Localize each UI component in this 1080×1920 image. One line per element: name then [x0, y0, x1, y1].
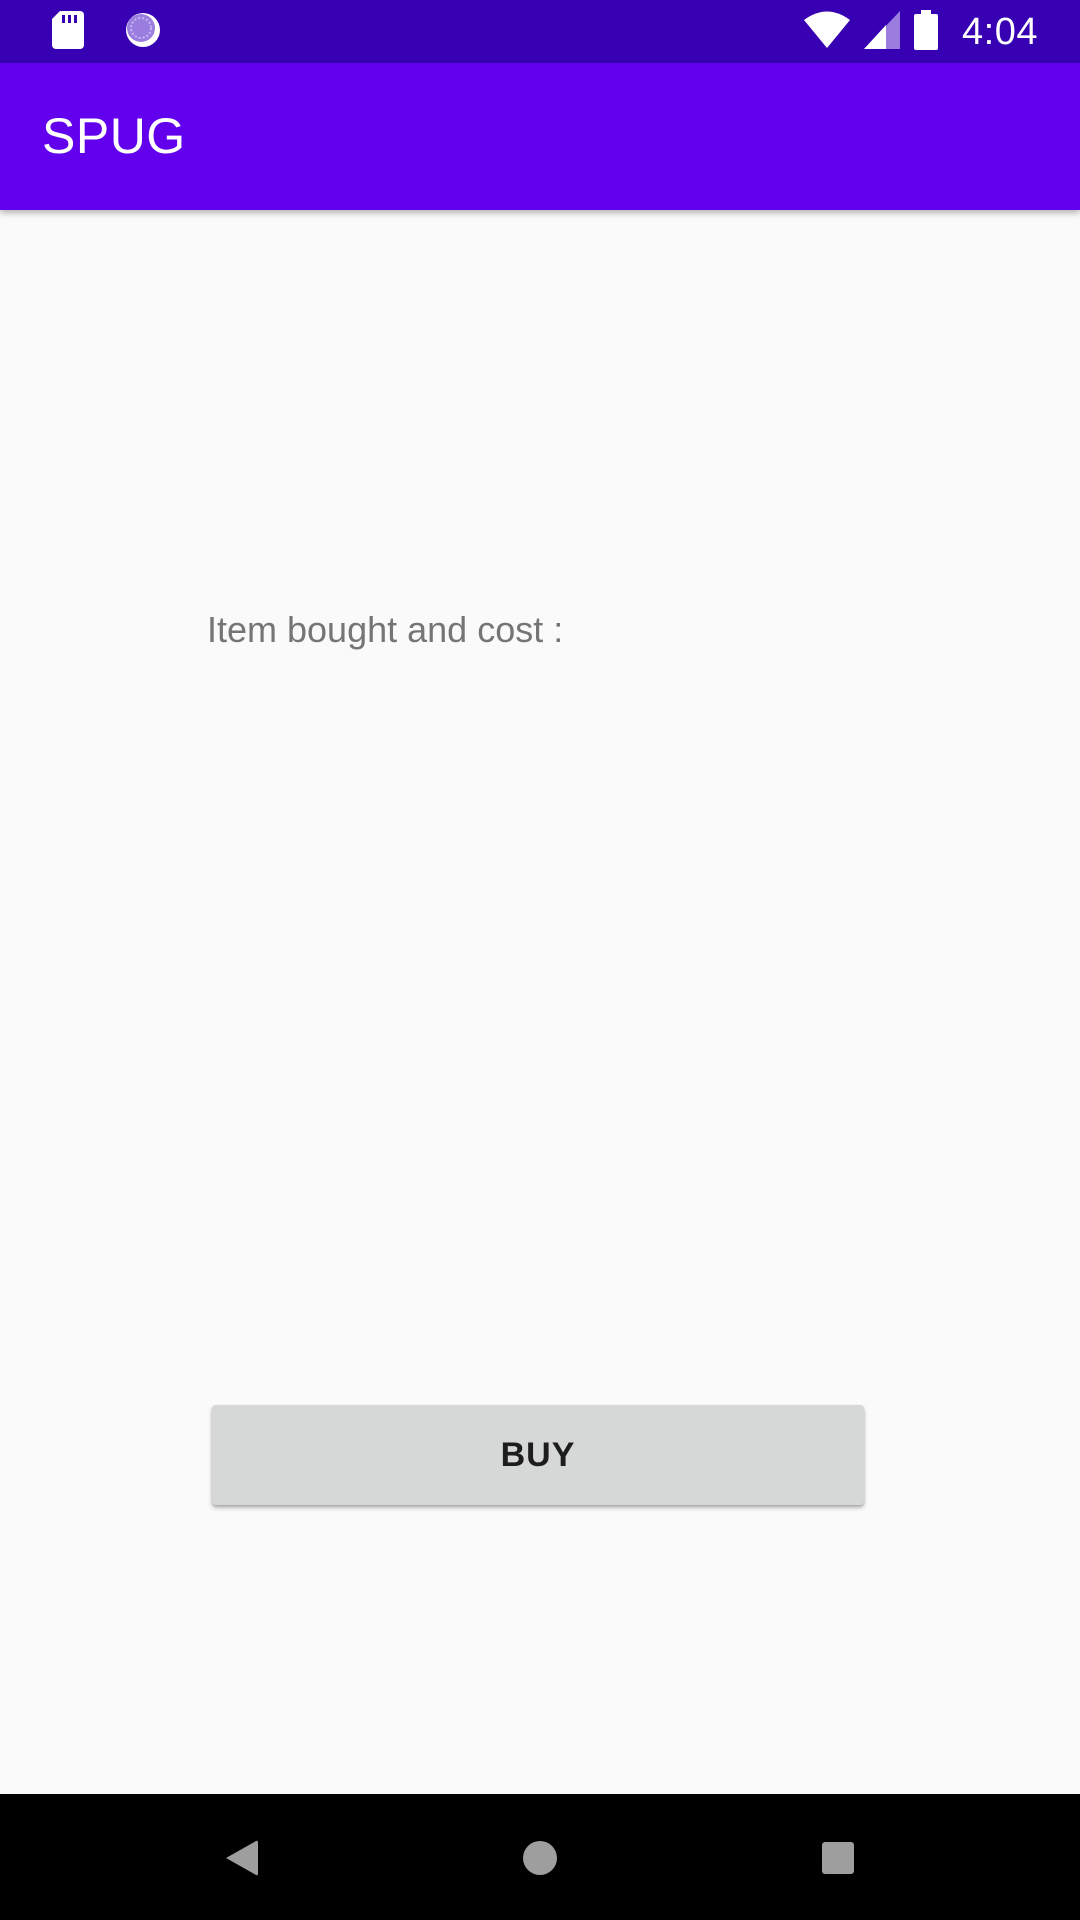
sync-icon: [124, 11, 162, 54]
buy-button[interactable]: BUY: [212, 1405, 864, 1505]
home-icon[interactable]: [510, 1828, 570, 1888]
item-bought-label: Item bought and cost :: [207, 609, 564, 650]
status-left-icons: [52, 10, 162, 54]
sd-card-icon: [52, 10, 84, 54]
nav-bar: [0, 1794, 1080, 1920]
status-time: 4:04: [962, 10, 1038, 53]
status-right-icons: 4:04: [804, 9, 1038, 55]
status-bar: 4:04: [0, 0, 1080, 63]
back-icon[interactable]: [211, 1828, 271, 1888]
app-title: SPUG: [42, 108, 186, 164]
screen: 4:04 SPUG Item bought and cost : BUY: [0, 0, 1080, 1920]
wifi-icon: [804, 11, 851, 54]
recents-icon[interactable]: [808, 1828, 868, 1888]
app-bar: SPUG: [0, 63, 1080, 210]
battery-icon: [914, 9, 939, 55]
signal-icon: [864, 10, 901, 54]
